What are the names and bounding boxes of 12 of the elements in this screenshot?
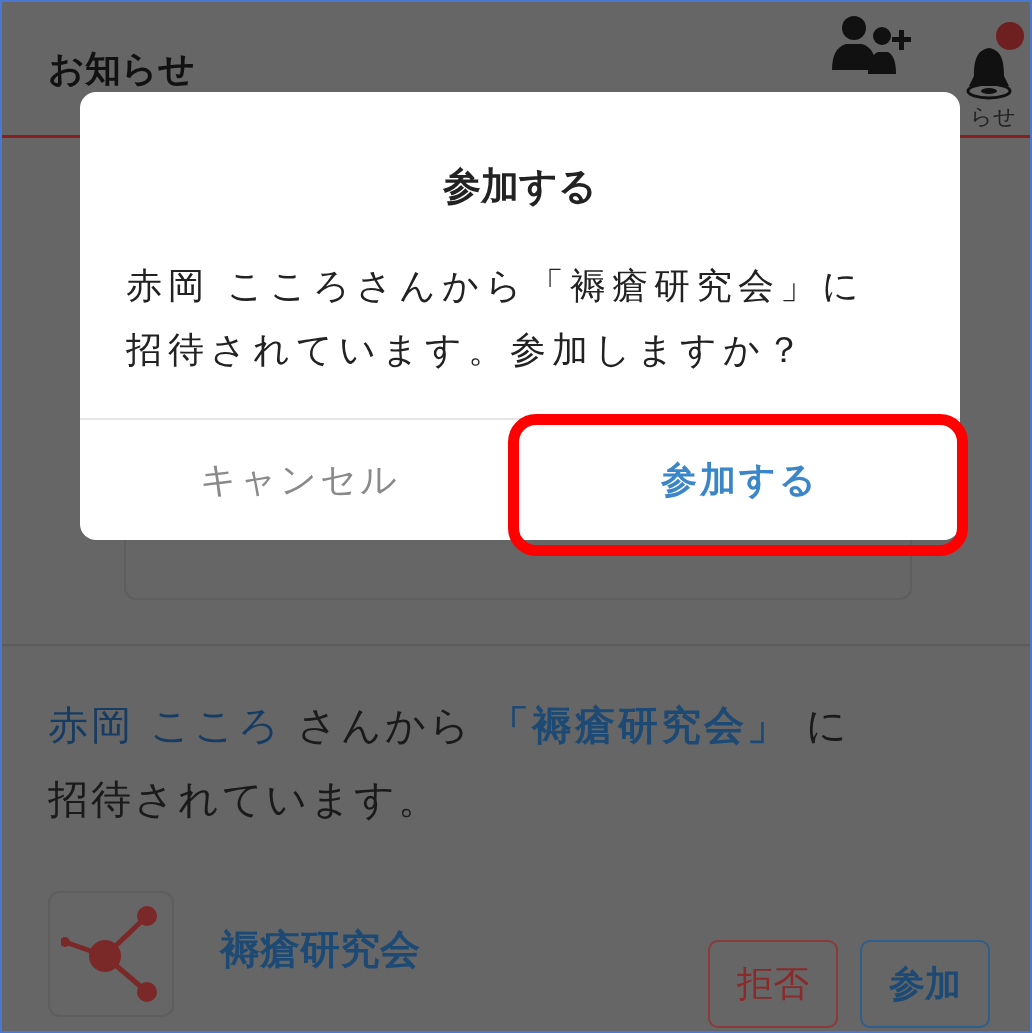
group-name: 褥瘡研究会 [220,924,421,974]
join-button[interactable]: 参加する [520,420,960,540]
dialog-message: 赤岡 こころさんから「褥瘡研究会」に招待されています。参加しますか？ [126,264,867,372]
join-button[interactable]: 参加 [860,940,990,1028]
cancel-button[interactable]: キャンセル [80,420,520,540]
dialog-title: 参加する [442,163,598,210]
notification-label: らせ [970,102,1016,131]
decline-button[interactable]: 拒否 [708,940,838,1028]
inviter-link[interactable]: 赤岡 こころ [48,702,282,748]
page-title: お知らせ [48,47,196,91]
invitation-message: 赤岡 こころ さんから 「褥瘡研究会」 に招待されています。 [48,701,851,824]
group-link[interactable]: 「褥瘡研究会」 [489,702,791,748]
